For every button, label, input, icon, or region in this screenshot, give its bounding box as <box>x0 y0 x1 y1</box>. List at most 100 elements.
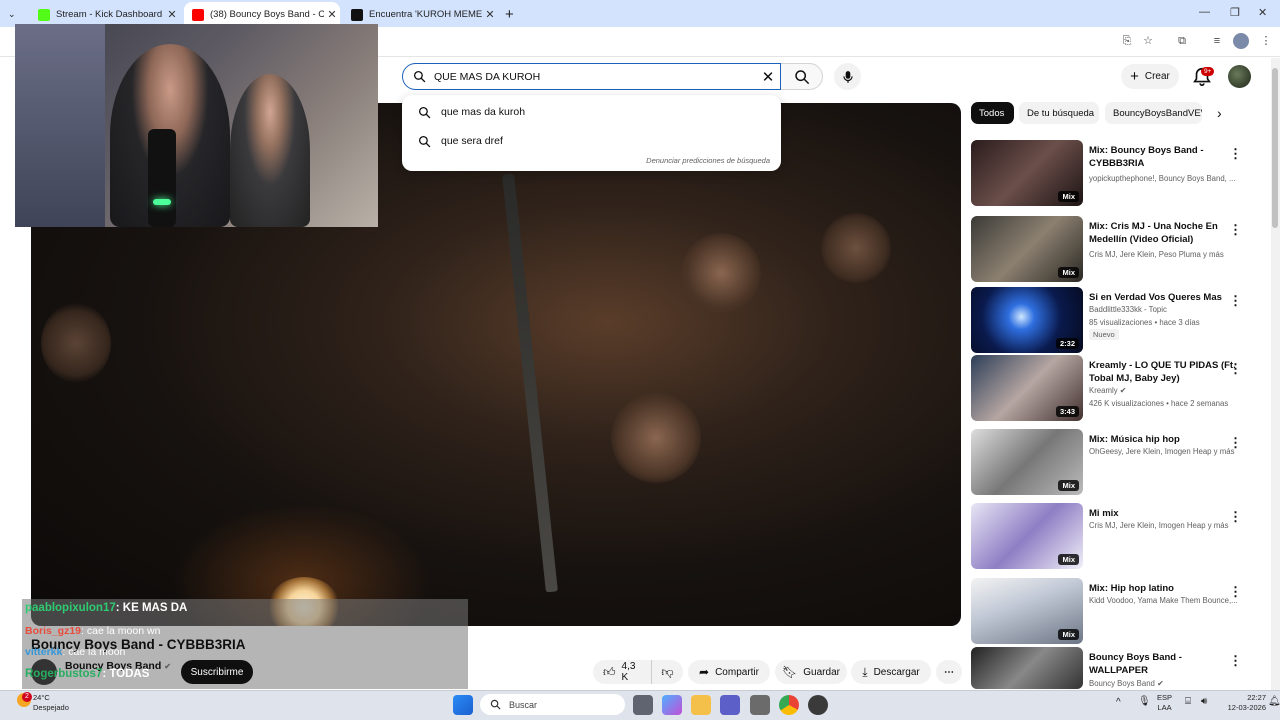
profile-avatar-icon[interactable] <box>1233 33 1249 49</box>
search-query-text[interactable]: QUE MAS DA KUROH <box>434 71 756 83</box>
browser-menu-icon[interactable]: ⋮ <box>1258 33 1274 49</box>
tab-title: Encuentra 'KUROH MEME ' en T <box>369 9 482 20</box>
new-tab-button[interactable]: + <box>505 2 521 27</box>
chat-text: : cae la moon wn <box>81 625 161 637</box>
clock[interactable]: 22:27 12-03-2026 <box>1222 693 1266 713</box>
recommendation-item[interactable]: Mix Mix: Música hip hop OhGeesy, Jere Kl… <box>971 429 1261 497</box>
more-options-icon[interactable]: ⋮ <box>1229 146 1242 162</box>
suggestion-item[interactable]: que mas da kuroh <box>418 102 525 122</box>
window-close-icon[interactable]: ✕ <box>1258 6 1267 19</box>
more-options-icon[interactable]: ⋮ <box>1229 584 1242 600</box>
microphone-tray-icon[interactable]: 🎙︎ <box>1138 697 1151 707</box>
chat-text: : TODAS <box>102 668 150 680</box>
chrome-icon[interactable] <box>779 695 799 715</box>
suggestion-text: que mas da kuroh <box>441 106 526 118</box>
recommendation-item[interactable]: Mix Mix: Hip hop latino Kidd Voodoo, Yam… <box>971 578 1261 646</box>
video-thumbnail[interactable]: Mix <box>971 578 1083 644</box>
bookmark-star-icon[interactable]: ☆ <box>1140 33 1156 49</box>
close-icon[interactable]: ✕ <box>482 8 498 21</box>
search-input[interactable]: QUE MAS DA KUROH ✕ <box>402 63 781 90</box>
language-indicator[interactable]: ESP LAA <box>1157 693 1172 713</box>
taskbar-search[interactable]: Buscar <box>480 694 625 715</box>
video-thumbnail[interactable]: Mix <box>971 503 1083 569</box>
microphone-icon <box>842 70 853 83</box>
chip-todos[interactable]: Todos <box>971 102 1014 124</box>
network-icon[interactable]: ⌸ <box>1185 697 1191 707</box>
share-label: Compartir <box>715 666 759 678</box>
recommendation-title[interactable]: Mix: Música hip hop <box>1089 433 1239 446</box>
chat-message: Boris_gz19: cae la moon wn <box>22 625 160 637</box>
download-button[interactable]: ⤓ Descargar <box>851 660 931 684</box>
share-button[interactable]: ➦ Compartir <box>688 660 770 684</box>
recommendation-title[interactable]: Mi mix <box>1089 507 1239 520</box>
weather-text[interactable]: 24°C Despejado <box>33 693 69 713</box>
like-button[interactable]: 👍︎ 4,3 K <box>593 660 651 684</box>
recommendation-item[interactable]: Mix Mix: Cris MJ - Una Noche En Medellín… <box>971 216 1261 284</box>
recommendation-meta: Cris MJ, Jere Klein, Peso Pluma y más <box>1089 250 1224 259</box>
recommendation-item[interactable]: Mix Mi mix Cris MJ, Jere Klein, Imogen H… <box>971 503 1261 571</box>
dislike-button[interactable]: 👎︎ <box>651 660 683 684</box>
more-options-icon[interactable]: ⋮ <box>1229 435 1242 451</box>
recommendation-item[interactable]: 2:32 Si en Verdad Vos Queres Mas Baddlit… <box>971 287 1261 355</box>
recommendation-title[interactable]: Si en Verdad Vos Queres Mas <box>1089 291 1239 304</box>
chip-bouncyboysbandvevo[interactable]: BouncyBoysBandVEVO <box>1105 102 1202 124</box>
video-thumbnail[interactable]: 3:43 <box>971 355 1083 421</box>
more-actions-button[interactable]: ⋯ <box>936 660 962 684</box>
task-view-icon[interactable] <box>633 695 653 715</box>
recommendation-title[interactable]: Kreamly - LO QUE TU PIDAS (Ft. Tobal MJ,… <box>1089 359 1239 385</box>
restore-icon[interactable]: ❐ <box>1230 6 1240 19</box>
chips-next-arrow-icon[interactable]: › <box>1212 102 1234 124</box>
volume-icon[interactable]: 🔊︎ <box>1201 697 1207 707</box>
minimize-icon[interactable]: — <box>1199 6 1210 18</box>
more-options-icon[interactable]: ⋮ <box>1229 509 1242 525</box>
video-thumbnail[interactable] <box>971 647 1083 689</box>
recommendation-title[interactable]: Mix: Cris MJ - Una Noche En Medellín (Vi… <box>1089 220 1239 246</box>
media-control-icon[interactable]: ≡ <box>1209 33 1225 49</box>
recommendation-item[interactable]: 3:43 Kreamly - LO QUE TU PIDAS (Ft. Toba… <box>971 355 1261 423</box>
recommendation-title[interactable]: Mix: Bouncy Boys Band - CYBBB3RIA <box>1089 144 1239 170</box>
close-icon[interactable]: ✕ <box>324 8 340 21</box>
video-thumbnail[interactable]: 2:32 <box>971 287 1083 353</box>
app-icon[interactable] <box>750 695 770 715</box>
report-predictions-link[interactable]: Denunciar predicciones de búsqueda <box>646 156 770 165</box>
video-thumbnail[interactable]: Mix <box>971 429 1083 495</box>
search-icon <box>418 135 431 147</box>
obs-icon[interactable] <box>808 695 828 715</box>
account-avatar[interactable] <box>1228 65 1251 88</box>
weather-temperature: 24°C <box>33 693 50 702</box>
taskbar-search-placeholder: Buscar <box>509 699 538 710</box>
extensions-icon[interactable]: ⧉ <box>1174 33 1190 49</box>
windows-start-icon[interactable] <box>453 695 473 715</box>
create-button[interactable]: + Crear <box>1121 64 1179 89</box>
plus-icon: + <box>1130 68 1139 85</box>
more-options-icon[interactable]: ⋮ <box>1229 222 1242 238</box>
video-thumbnail[interactable]: Mix <box>971 216 1083 282</box>
more-options-icon[interactable]: ⋮ <box>1229 653 1242 669</box>
notification-center-icon[interactable]: 🔔︎ <box>1268 697 1280 707</box>
chip-de-tu-busqueda[interactable]: De tu búsqueda <box>1019 102 1099 124</box>
recommendation-item[interactable]: Bouncy Boys Band - WALLPAPER Bouncy Boys… <box>971 647 1261 689</box>
teams-icon[interactable] <box>720 695 740 715</box>
save-button[interactable]: 🔖︎ Guardar <box>775 660 847 684</box>
page-scrollbar[interactable] <box>1271 58 1280 690</box>
show-hidden-icons-icon[interactable]: ^ <box>1116 698 1121 708</box>
mix-badge: Mix <box>1058 267 1079 278</box>
more-options-icon[interactable]: ⋮ <box>1229 293 1242 309</box>
more-options-icon[interactable]: ⋮ <box>1229 361 1242 377</box>
recommendation-title[interactable]: Bouncy Boys Band - WALLPAPER <box>1089 651 1239 677</box>
recommendation-item[interactable]: Mix Mix: Bouncy Boys Band - CYBBB3RIA yo… <box>971 140 1261 208</box>
copilot-icon[interactable] <box>662 695 682 715</box>
search-button[interactable] <box>781 63 823 90</box>
thumbs-up-icon: 👍︎ <box>603 664 616 679</box>
suggestion-item[interactable]: que sera dref <box>418 131 503 151</box>
file-explorer-icon[interactable] <box>691 695 711 715</box>
voice-search-button[interactable] <box>834 63 861 90</box>
verified-icon: ✔ <box>164 662 171 671</box>
video-thumbnail[interactable]: Mix <box>971 140 1083 206</box>
install-app-icon[interactable]: ⎘ <box>1119 33 1135 49</box>
subscribe-button[interactable]: Suscribirme <box>181 660 253 684</box>
close-icon[interactable]: ✕ <box>164 8 180 21</box>
scrollbar-thumb[interactable] <box>1272 68 1278 228</box>
recommendation-title[interactable]: Mix: Hip hop latino <box>1089 582 1239 595</box>
clear-search-icon[interactable]: ✕ <box>756 68 780 86</box>
